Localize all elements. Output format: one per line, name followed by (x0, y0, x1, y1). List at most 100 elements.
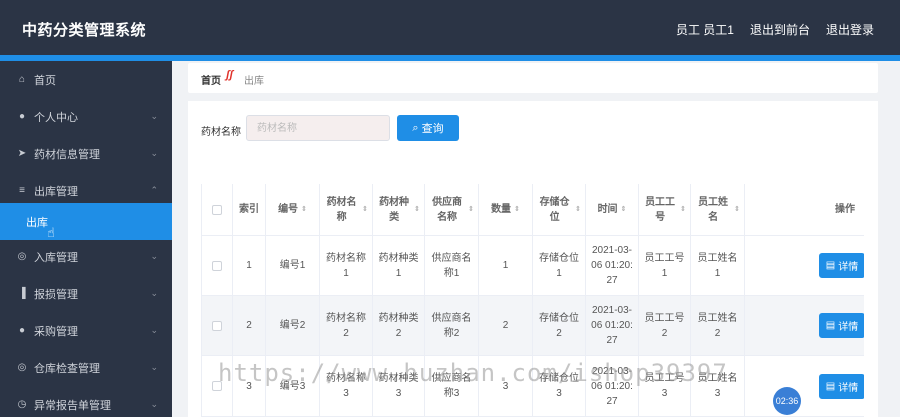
sort-icon: ⇕ (514, 206, 520, 213)
sort-icon: ⇕ (301, 206, 307, 213)
scrollbar-thumb[interactable] (881, 61, 887, 417)
breadcrumb-current: 出库 (244, 76, 264, 87)
sort-icon: ⇕ (575, 206, 581, 213)
cell-quantity: 1 (479, 236, 533, 295)
document-icon: ▤ (825, 320, 836, 331)
column-header-herb-type[interactable]: 药材种类 ⇕ (373, 184, 425, 235)
chevron-down-icon: ⌄ (150, 251, 158, 261)
column-header-employee-no[interactable]: 员工工号 ⇕ (639, 184, 691, 235)
row-checkbox[interactable] (212, 320, 222, 331)
column-header-herb-name[interactable]: 药材名称 ⇕ (320, 184, 373, 235)
sidebar-item-herb-info[interactable]: ➤ 药材信息管理 ⌄ (0, 135, 172, 172)
chevron-down-icon: ⌄ (150, 399, 158, 409)
chevron-down-icon: ⌄ (150, 288, 158, 298)
settings-icon: ◎ (17, 251, 27, 262)
time-badge: 02:36 (773, 387, 801, 415)
user-name: 员工 员工1 (675, 23, 734, 37)
sidebar-item-label: 出库管理 (34, 185, 78, 198)
user-icon: ● (18, 111, 26, 122)
row-checkbox[interactable] (212, 381, 222, 391)
select-all-checkbox-cell (202, 184, 233, 235)
chevron-up-icon: ⌃ (150, 185, 158, 195)
cell-herb-name: 药材名称3 (320, 356, 373, 416)
sidebar-item-purchase-management[interactable]: ● 采购管理 ⌄ (0, 312, 172, 349)
page-scrollbar[interactable] (880, 61, 888, 417)
cell-supplier: 供应商名称1 (425, 236, 479, 295)
sidebar-item-label: 个人中心 (34, 111, 78, 124)
chevron-down-icon: ⌄ (150, 111, 158, 121)
cell-herb-name: 药材名称2 (320, 296, 373, 355)
back-to-frontend-link[interactable]: 退出到前台 (750, 21, 810, 38)
sidebar-item-home[interactable]: ⌂ 首页 (0, 61, 172, 98)
cell-employee-name: 员工姓名2 (691, 296, 745, 355)
sidebar-item-label: 异常报告单管理 (34, 399, 111, 412)
cell-supplier: 供应商名称2 (425, 296, 479, 355)
top-bar: 中药分类管理系统 员工 员工1 退出到前台 退出登录 (0, 0, 900, 55)
search-icon: ⌕ (412, 121, 419, 134)
column-header-index: 索引 (233, 184, 266, 235)
cell-index: 3 (233, 356, 266, 416)
breadcrumb-separator-icon: ʃʃ (226, 69, 234, 81)
sidebar-item-label: 出库 (26, 216, 48, 229)
cell-employee-name: 员工姓名3 (691, 356, 745, 416)
breadcrumb-home[interactable]: 首页 (201, 72, 221, 87)
sort-icon: ⇕ (620, 206, 627, 213)
cell-location: 存储仓位2 (533, 296, 586, 355)
cell-herb-type: 药材种类3 (373, 356, 425, 416)
sidebar-item-label: 入库管理 (34, 251, 78, 264)
cell-quantity: 2 (479, 296, 533, 355)
column-header-quantity[interactable]: 数量 ⇕ (479, 184, 533, 235)
select-all-checkbox[interactable] (212, 204, 222, 215)
sidebar-item-profile[interactable]: ● 个人中心 ⌄ (0, 98, 172, 135)
sort-icon: ⇕ (414, 206, 420, 213)
cell-quantity: 3 (479, 356, 533, 416)
logout-link[interactable]: 退出登录 (826, 21, 874, 38)
cell-code: 编号2 (266, 296, 320, 355)
table-row: 2 编号2 药材名称2 药材种类2 供应商名称2 2 存储仓位2 2021-03… (202, 296, 864, 356)
sidebar-item-label: 仓库检查管理 (34, 362, 100, 375)
cell-employee-no: 员工工号2 (639, 296, 691, 355)
column-header-actions: 操作 (835, 204, 855, 215)
hand-cursor-icon: ☝ (47, 225, 55, 240)
sort-icon: ⇕ (362, 206, 368, 213)
cell-code: 编号3 (266, 356, 320, 416)
search-button[interactable]: ⌕ 查询 (397, 115, 459, 141)
cell-employee-name: 员工姓名1 (691, 236, 745, 295)
sort-icon: ⇕ (468, 206, 474, 213)
sidebar-subitem-outbound[interactable]: 出库 (0, 203, 172, 240)
cell-herb-name: 药材名称1 (320, 236, 373, 295)
cell-index: 1 (233, 236, 266, 295)
sort-icon: ⇕ (680, 206, 686, 213)
column-header-location[interactable]: 存储仓位 ⇕ (533, 184, 586, 235)
cell-time: 2021-03-06 01:20:27 (586, 296, 639, 355)
sidebar-item-warehouse-check[interactable]: ◎ 仓库检查管理 ⌄ (0, 349, 172, 386)
column-header-supplier[interactable]: 供应商名称 ⇕ (425, 184, 479, 235)
row-checkbox[interactable] (212, 260, 222, 271)
cell-herb-type: 药材种类1 (373, 236, 425, 295)
send-icon: ➤ (17, 148, 27, 159)
sidebar-item-label: 报损管理 (34, 288, 78, 301)
sidebar-item-loss-management[interactable]: ▐ 报损管理 ⌄ (0, 275, 172, 312)
cell-employee-no: 员工工号1 (639, 236, 691, 295)
sidebar-item-exception-report[interactable]: ◷ 异常报告单管理 ⌄ (0, 386, 172, 417)
cell-employee-no: 员工工号3 (639, 356, 691, 416)
menu-icon: ≡ (19, 185, 25, 196)
chevron-down-icon: ⌄ (150, 148, 158, 158)
outbound-table: 索引 编号 ⇕ 药材名称 ⇕ 药材种类 ⇕ 供应商名称 ⇕ 数量 ⇕ 存储仓位 ⇕ 时间 ⇕ … (201, 184, 864, 417)
main-panel: 药材名称 ⌕ 查询 索引 编号⇕ 药材名称⇕ 药材种类⇕ 供应商名称⇕ 数量⇕ … (188, 101, 878, 417)
column-header-code[interactable]: 编号 ⇕ (266, 184, 320, 235)
cell-time: 2021-03-06 01:20:27 (586, 236, 639, 295)
column-header-employee-name[interactable]: 员工姓名 ⇕ (691, 184, 745, 235)
cell-location: 存储仓位3 (533, 356, 586, 416)
cell-location: 存储仓位1 (533, 236, 586, 295)
detail-button[interactable]: ▤ 详情 (819, 313, 864, 338)
cell-herb-type: 药材种类2 (373, 296, 425, 355)
cell-supplier: 供应商名称3 (425, 356, 479, 416)
column-header-time[interactable]: 时间 ⇕ (586, 184, 639, 235)
detail-button[interactable]: ▤ 详情 (819, 373, 864, 399)
location-icon: ● (18, 325, 26, 336)
detail-button[interactable]: ▤ 详情 (819, 253, 864, 278)
clock-icon: ◷ (17, 399, 27, 410)
sidebar-item-inbound-management[interactable]: ◎ 入库管理 ⌄ (0, 238, 172, 275)
herb-name-search-input[interactable] (246, 115, 390, 141)
